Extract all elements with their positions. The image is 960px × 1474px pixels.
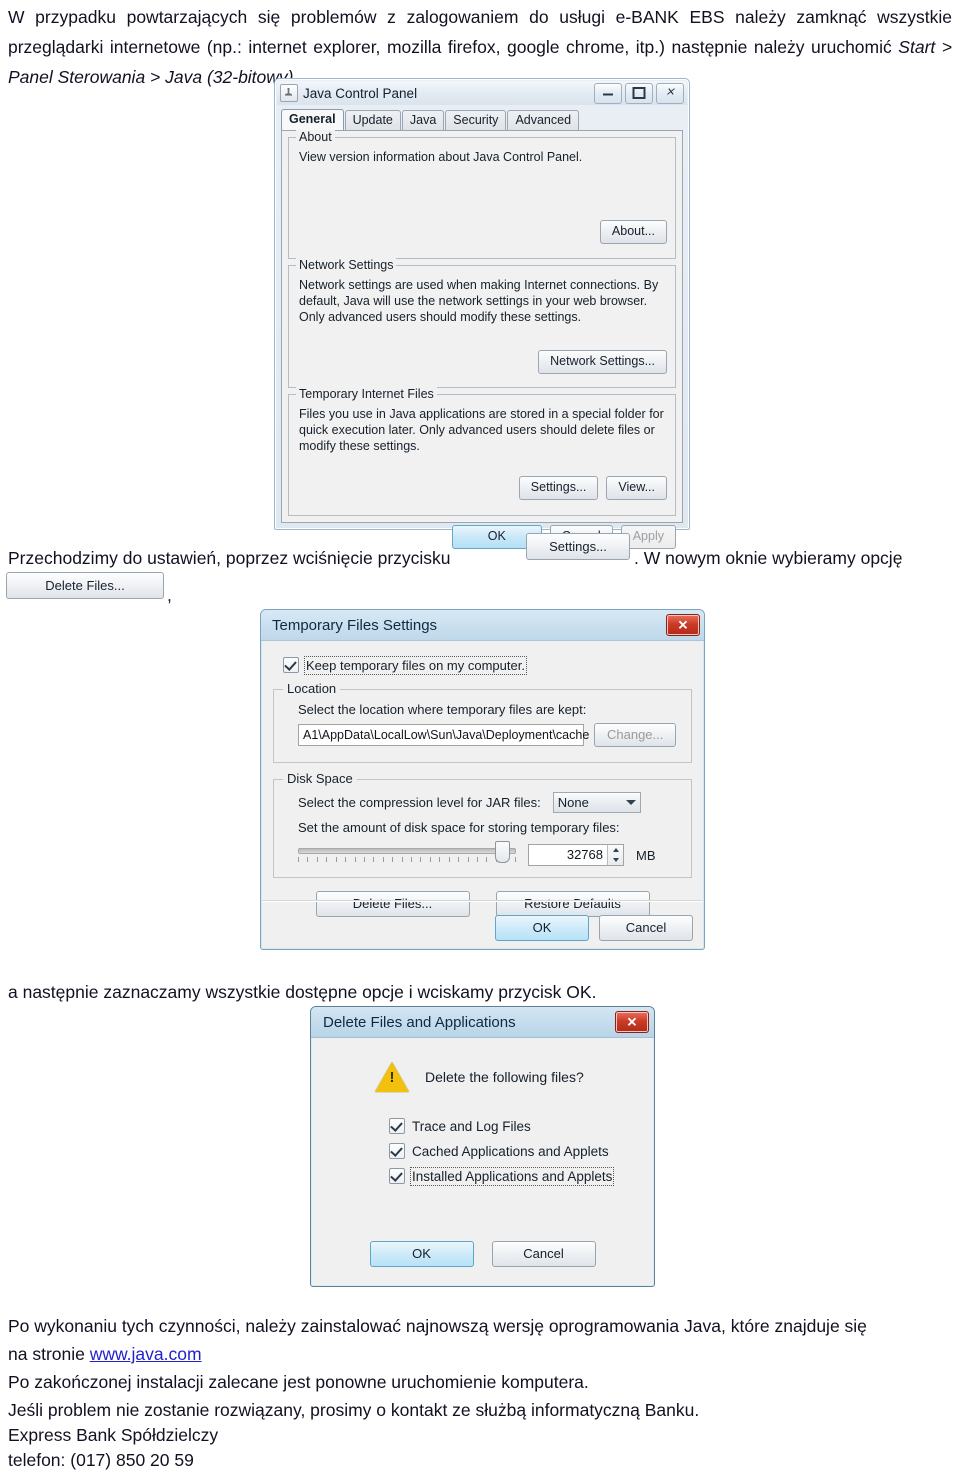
disk-space-unit-label: MB [636, 847, 656, 863]
tab-update[interactable]: Update [344, 110, 401, 130]
disk-space-slider[interactable] [298, 841, 516, 863]
checkbox-row-trace-log[interactable]: Trace and Log Files [389, 1118, 638, 1134]
location-change-button[interactable]: Change... [594, 723, 677, 747]
network-settings-group-title: Network Settings [296, 258, 397, 272]
outro-line-4: Jeśli problem nie zostanie rozwiązany, p… [8, 1400, 700, 1420]
keep-temp-files-label: Keep temporary files on my computer. [304, 655, 527, 675]
dfa-body: Delete the following files? Trace and Lo… [311, 1038, 654, 1186]
compression-level-value: None [557, 795, 589, 810]
disk-space-amount-spinner[interactable]: 32768 [528, 844, 624, 866]
inline-delete-files-button[interactable]: Delete Files... [6, 572, 164, 599]
about-button[interactable]: About... [599, 220, 667, 244]
location-group-title: Location [283, 681, 341, 696]
network-settings-group: Network Settings Network settings are us… [288, 258, 676, 388]
spinner-down-icon[interactable] [608, 855, 623, 865]
keep-temp-files-checkbox[interactable] [283, 657, 299, 673]
dfa-ok-button[interactable]: OK [369, 1241, 474, 1267]
tfs-title: Temporary Files Settings [272, 616, 438, 634]
outro-line-2-prefix: na stronie [8, 1344, 90, 1364]
about-group: About View version information about Jav… [288, 130, 676, 259]
network-settings-button[interactable]: Network Settings... [538, 350, 667, 374]
disk-space-group-title: Disk Space [283, 771, 357, 786]
close-icon[interactable]: ✕ [615, 1011, 649, 1033]
tab-security[interactable]: Security [445, 110, 507, 130]
tfs-cancel-button[interactable]: Cancel [599, 915, 693, 941]
bank-name: Express Bank Spółdzielczy [8, 1425, 219, 1445]
temporary-files-settings-window[interactable]: Temporary Files Settings ✕ Keep temporar… [260, 609, 705, 950]
close-glyph: ✕ [677, 617, 689, 633]
cached-applications-label: Cached Applications and Applets [412, 1143, 609, 1159]
outro-line-3: Po zakończonej instalacji zalecane jest … [8, 1372, 589, 1392]
dfa-prompt: Delete the following files? [425, 1069, 584, 1085]
step2-text-before: Przechodzimy do ustawień, poprzez wciśni… [8, 548, 451, 568]
tfs-footer-buttons: OK Cancel [495, 915, 693, 941]
cached-applications-checkbox[interactable] [389, 1143, 405, 1159]
close-glyph: ✕ [626, 1014, 638, 1030]
tab-general[interactable]: General [281, 109, 344, 130]
java-icon [280, 84, 298, 102]
dfa-cancel-button[interactable]: Cancel [491, 1241, 596, 1267]
checkbox-row-installed-apps[interactable]: Installed Applications and Applets [389, 1166, 638, 1186]
delete-files-dialog[interactable]: Delete Files and Applications ✕ Delete t… [310, 1006, 655, 1287]
location-path-input[interactable]: A1\AppData\LocalLow\Sun\Java\Deployment\… [298, 724, 589, 746]
jcp-general-panel: About View version information about Jav… [281, 130, 683, 549]
disk-space-slider-ticks [298, 857, 516, 862]
jcp-title-bar[interactable]: Java Control Panel ✕ [277, 81, 687, 105]
step2-text-after: . W nowym oknie wybieramy opcję [634, 548, 903, 568]
tfs-title-bar[interactable]: Temporary Files Settings ✕ [261, 610, 704, 641]
installed-applications-checkbox[interactable] [389, 1168, 405, 1184]
step2-comma: , [167, 585, 172, 605]
minimize-icon[interactable] [594, 82, 622, 104]
checkbox-row-cached-apps[interactable]: Cached Applications and Applets [389, 1143, 638, 1159]
temp-files-group-title: Temporary Internet Files [296, 387, 437, 401]
jcp-tab-strip[interactable]: General Update Java Security Advanced [277, 105, 687, 130]
jcp-title: Java Control Panel [303, 85, 418, 101]
maximize-icon[interactable] [625, 82, 653, 104]
temporary-internet-files-group: Temporary Internet Files Files you use i… [288, 387, 676, 516]
spinner-arrows[interactable] [607, 845, 623, 865]
disk-space-slider-thumb[interactable] [495, 841, 510, 863]
location-group: Location Select the location where tempo… [273, 681, 692, 763]
tfs-restore-defaults-button[interactable]: Restore Defaults [495, 891, 650, 917]
dfa-title-bar[interactable]: Delete Files and Applications ✕ [311, 1007, 654, 1038]
trace-and-log-files-checkbox[interactable] [389, 1118, 405, 1134]
installed-applications-label: Installed Applications and Applets [409, 1166, 615, 1186]
tfs-footer-separator [262, 900, 703, 902]
tab-advanced[interactable]: Advanced [507, 110, 580, 130]
spinner-up-icon[interactable] [608, 845, 623, 855]
trace-and-log-files-label: Trace and Log Files [412, 1118, 531, 1134]
about-group-text: View version information about Java Cont… [299, 150, 583, 164]
warning-triangle-icon [375, 1062, 409, 1092]
compression-level-label: Select the compression level for JAR fil… [298, 795, 541, 810]
dfa-footer-buttons: OK Cancel [311, 1241, 654, 1267]
location-description: Select the location where temporary file… [298, 702, 587, 717]
temp-files-view-button[interactable]: View... [606, 476, 667, 500]
tab-java[interactable]: Java [401, 110, 445, 130]
outro-line-2: na stronie www.java.com [8, 1340, 202, 1368]
bank-phone: telefon: (017) 850 20 59 [8, 1450, 194, 1470]
chevron-down-icon [625, 800, 636, 805]
disk-space-group: Disk Space Select the compression level … [273, 771, 692, 878]
keep-temp-files-checkbox-row[interactable]: Keep temporary files on my computer. [283, 655, 692, 675]
intro-paragraph-text: W przypadku powtarzających się problemów… [8, 7, 952, 57]
dfa-title: Delete Files and Applications [323, 1013, 516, 1031]
close-icon[interactable]: ✕ [656, 82, 684, 104]
disk-space-amount-label: Set the amount of disk space for storing… [298, 820, 620, 835]
tfs-body: Keep temporary files on my computer. Loc… [261, 641, 704, 927]
tfs-ok-button[interactable]: OK [495, 915, 589, 941]
inline-settings-button[interactable]: Settings... [526, 533, 630, 560]
outro-line-1: Po wykonaniu tych czynności, należy zain… [8, 1316, 867, 1336]
java-control-panel-window[interactable]: Java Control Panel ✕ General Update Java… [274, 78, 690, 549]
temp-files-group-text: Files you use in Java applications are s… [299, 407, 664, 453]
network-settings-group-text: Network settings are used when making In… [299, 278, 659, 324]
disk-space-amount-value[interactable]: 32768 [529, 845, 607, 865]
about-group-title: About [296, 130, 335, 144]
java-com-link[interactable]: www.java.com [90, 1344, 202, 1364]
close-icon[interactable]: ✕ [666, 614, 700, 636]
tfs-delete-files-button[interactable]: Delete Files... [315, 891, 470, 917]
compression-level-select[interactable]: None [552, 792, 641, 813]
temp-files-settings-button[interactable]: Settings... [518, 476, 599, 500]
step3-text: a następnie zaznaczamy wszystkie dostępn… [8, 982, 597, 1002]
